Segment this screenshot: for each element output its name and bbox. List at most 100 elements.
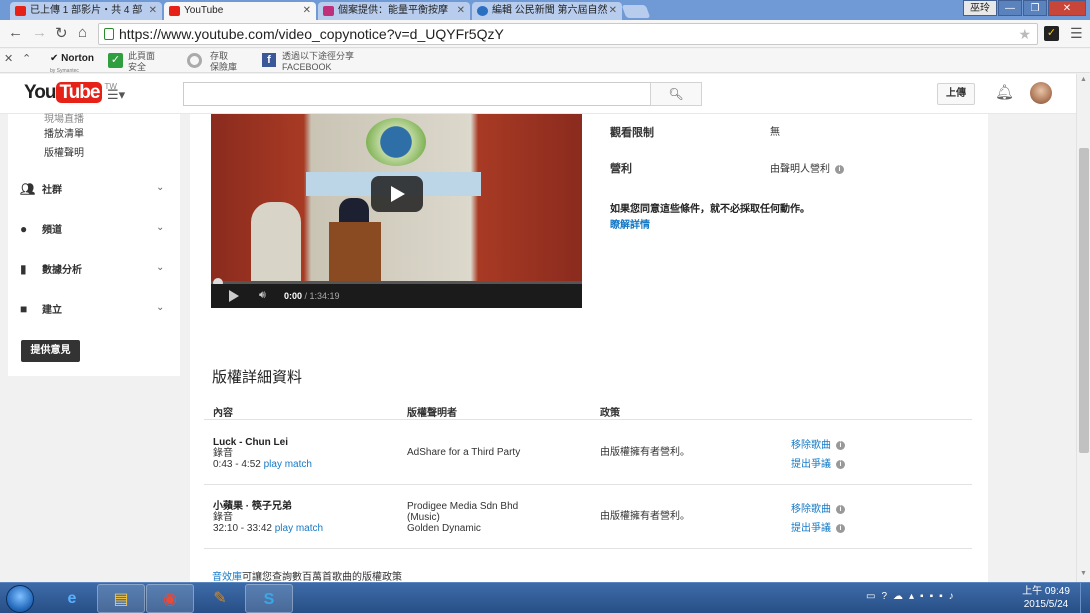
remove-song-link[interactable]: 移除歌曲 i [791,436,845,451]
search-input[interactable] [183,82,651,106]
close-tab-icon[interactable]: ✕ [149,2,157,20]
browser-tab-uploads[interactable]: 已上傳 1 部影片・共 4 部 ✕ [10,2,162,20]
dispute-link[interactable]: 提出爭議 i [791,455,845,470]
start-button-icon[interactable] [6,585,34,613]
file-explorer-icon[interactable]: ▤ [97,584,145,613]
tab-label: 編輯 公民新聞 第六屆自然 [492,5,608,16]
info-icon[interactable]: i [835,164,844,174]
upload-button[interactable]: 上傳 [937,83,975,105]
section-title: 版權詳細資料 [212,369,303,386]
people-icon: 👥︎ [20,182,36,196]
info-icon[interactable]: i [836,504,845,514]
search-icon: 🔍︎ [668,87,684,101]
vault-icon [187,53,202,68]
close-tab-icon[interactable]: ✕ [609,2,617,20]
back-arrow-icon[interactable]: ← [8,24,23,41]
restore-icon[interactable]: ❐ [1023,0,1047,16]
home-icon[interactable]: ⌂ [78,24,87,41]
copyright-notice-panel: 🔊︎ 0:00 / 1:34:19 觀看限制 無 營利 由聲明人營利 i 如果您同… [190,114,988,583]
video-player[interactable]: 🔊︎ 0:00 / 1:34:19 [211,114,582,308]
page-safety-status[interactable]: 此頁面 安全 [128,51,155,73]
cameraman-figure [251,202,301,284]
chevron-down-icon[interactable]: ⌄ [156,182,164,193]
info-icon[interactable]: i [836,440,845,450]
norton-logo[interactable]: ✔ Norton by Symantec [50,53,94,75]
play-match-link[interactable]: play match [264,459,312,470]
bookmark-star-icon[interactable]: ★ [1018,24,1031,44]
volume-icon[interactable]: 🔊︎ [259,289,266,302]
scroll-down-icon[interactable]: ▼ [1080,570,1087,577]
creator-studio-guide: 現場直播 播放清單 版權聲明 👥︎ 社群 ⌄ ● 頻道 ⌄ ▮ 數據分析 ⌄ ■ 建立 … [8,114,180,376]
browser-tab-youtube[interactable]: YouTube ✕ [164,2,316,20]
window-controls: 巫玲 — ❐ ✕ [963,0,1086,17]
chevron-down-icon[interactable]: ⌄ [156,262,164,273]
guide-section-community[interactable]: 👥︎ 社群 [20,181,62,196]
tab-label: 個案提供：能量平衡按摩 [338,5,448,16]
site-favicon-icon [323,6,334,16]
guide-item-live[interactable]: 現場直播 [44,110,84,125]
youtube-logo[interactable]: You Tube TW [24,82,117,104]
collapse-toolbar-icon[interactable]: ⌃ [22,54,31,65]
page-scrollbar[interactable]: ▲ ▼ [1076,74,1090,582]
facebook-icon: f [262,53,276,67]
internet-explorer-icon[interactable]: e [48,584,96,613]
close-toolbar-icon[interactable]: ✕ [4,54,13,65]
dispute-link[interactable]: 提出爭議 i [791,519,845,534]
new-tab-button[interactable] [621,5,651,18]
guide-section-create[interactable]: ■ 建立 [20,301,62,316]
video-camera-icon: ■ [20,302,28,316]
scrollbar-thumb[interactable] [1079,148,1089,453]
nsroc-emblem [366,118,426,166]
share-facebook-button[interactable]: 透過以下途徑分享 FACEBOOK [282,51,354,73]
browser-tab-news[interactable]: 編輯 公民新聞 第六屆自然 ✕ [472,2,622,20]
header-policy: 政策 [600,408,620,419]
learn-more-link[interactable]: 瞭解詳情 [610,216,650,231]
app-icon[interactable]: ✎ [196,584,244,613]
guide-menu-icon[interactable]: ☰▾ [107,87,125,103]
guide-item-playlists[interactable]: 播放清單 [44,125,84,140]
chevron-down-icon[interactable]: ⌄ [156,302,164,313]
vault-button[interactable]: 存取 保險庫 [210,51,237,73]
info-icon[interactable]: i [836,459,845,469]
notifications-bell-icon[interactable]: 🔔︎ [995,83,1014,101]
chevron-down-icon[interactable]: ⌄ [156,222,164,233]
viewing-restriction-value: 無 [770,127,780,138]
info-icon[interactable]: i [836,523,845,533]
url-text: https://www.youtube.com/video_copynotice… [119,26,504,42]
browser-tab-massage[interactable]: 個案提供：能量平衡按摩 ✕ [318,2,470,20]
player-controls: 🔊︎ 0:00 / 1:34:19 [211,284,582,308]
youtube-masthead: You Tube TW ☰▾ 🔍︎ 上傳 🔔︎ [0,74,1076,114]
skype-icon[interactable]: S [245,584,293,613]
avatar[interactable] [1030,82,1052,104]
guide-section-analytics[interactable]: ▮ 數據分析 [20,261,82,276]
address-bar[interactable]: https://www.youtube.com/video_copynotice… [98,23,1038,45]
claim-policy: 由版權擁有者營利。 [600,511,690,522]
person-icon: ● [20,222,28,236]
browser-toolbar: ← → ↻ ⌂ https://www.youtube.com/video_co… [0,20,1090,48]
profile-button[interactable]: 巫玲 [963,0,997,16]
browser-menu-icon[interactable]: ☰ [1070,25,1083,42]
play-button-icon[interactable] [371,176,423,212]
close-tab-icon[interactable]: ✕ [303,2,311,20]
reload-icon[interactable]: ↻ [55,24,68,42]
minimize-icon[interactable]: — [998,0,1022,16]
extension-shield-icon[interactable]: ✓ [1044,26,1059,41]
close-window-icon[interactable]: ✕ [1048,0,1086,16]
table-row: 小蘋果 · 筷子兄弟 錄音 32:10 - 33:42 play match P… [204,485,972,549]
forward-arrow-icon[interactable]: → [32,24,47,41]
remove-song-link[interactable]: 移除歌曲 i [791,500,845,515]
close-tab-icon[interactable]: ✕ [457,2,465,20]
play-match-link[interactable]: play match [275,523,323,534]
search-button[interactable]: 🔍︎ [650,82,702,106]
system-tray-icons[interactable]: ▭?☁▴▪▪▪♪ [866,591,960,602]
chrome-icon[interactable]: ◉ [146,584,194,613]
scroll-up-icon[interactable]: ▲ [1080,76,1087,83]
show-desktop-button[interactable] [1080,583,1090,613]
guide-section-channel[interactable]: ● 頻道 [20,221,62,236]
claim-content: Luck - Chun Lei 錄音 0:43 - 4:52 play matc… [213,437,312,470]
system-clock[interactable]: 上午 09:49 2015/5/24 [1018,585,1074,611]
feedback-button[interactable]: 提供意見 [21,340,80,362]
youtube-favicon-icon [169,6,180,16]
guide-item-copyright-notices[interactable]: 版權聲明 [44,144,84,159]
play-icon[interactable] [229,290,239,302]
